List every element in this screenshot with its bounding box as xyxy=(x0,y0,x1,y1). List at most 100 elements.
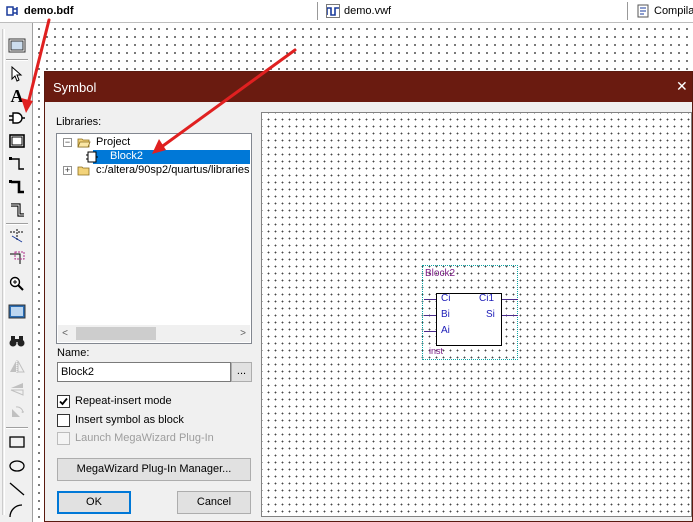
full-screen-tool[interactable] xyxy=(7,302,27,322)
tree-item-label: c:/altera/90sp2/quartus/libraries xyxy=(96,164,250,176)
launch-megawizard-checkbox xyxy=(57,431,70,445)
input-pin-label: Ci xyxy=(441,293,451,304)
rubberband-icon xyxy=(10,229,24,243)
cancel-button[interactable]: Cancel xyxy=(177,491,251,514)
tree-item-library[interactable]: + c:/altera/90sp2/quartus/libraries xyxy=(57,164,251,178)
arc-icon xyxy=(9,504,23,518)
scroll-right-icon[interactable]: > xyxy=(236,327,250,340)
line-icon xyxy=(9,482,25,496)
orthogonal-node-tool[interactable] xyxy=(7,154,27,174)
rectangle-icon xyxy=(9,436,25,448)
ok-button[interactable]: OK xyxy=(57,491,131,514)
tab-label: demo.bdf xyxy=(24,5,74,17)
tab-separator xyxy=(317,2,318,20)
block-tool-icon xyxy=(9,134,25,148)
partial-line-selection-tool[interactable] xyxy=(7,249,27,269)
symbol-dialog: Symbol ✕ Libraries: − Project Block2 + c… xyxy=(44,71,693,522)
dialog-title: Symbol xyxy=(53,79,97,95)
close-icon[interactable]: ✕ xyxy=(676,79,690,93)
name-input[interactable]: Block2 xyxy=(57,362,231,382)
compilation-report-icon xyxy=(636,4,650,18)
tree-item-label: Project xyxy=(96,136,131,148)
arrow-pointer-icon xyxy=(11,66,23,82)
conduit-tool-icon xyxy=(11,203,24,217)
tree-item-block2[interactable]: Block2 xyxy=(86,150,250,164)
flip-horizontal-tool[interactable] xyxy=(7,357,27,377)
pin-line xyxy=(502,299,518,300)
selection-tool[interactable] xyxy=(7,64,27,84)
input-pin-label: Ai xyxy=(441,325,450,336)
toolbar-separator xyxy=(6,223,28,225)
repeat-insert-label: Repeat-insert mode xyxy=(75,395,172,407)
block-diagram-icon xyxy=(6,4,20,18)
megawizard-manager-button[interactable]: MegaWizard Plug-In Manager... xyxy=(57,458,251,481)
output-pin-label: Ci1 xyxy=(479,293,495,304)
insert-as-block-label: Insert symbol as block xyxy=(75,414,184,426)
rectangle-tool[interactable] xyxy=(7,432,27,452)
flip-vertical-icon xyxy=(10,383,24,396)
folder-icon xyxy=(77,166,90,176)
screen-icon-tool[interactable] xyxy=(7,36,27,56)
window-icon xyxy=(8,38,26,53)
browse-button[interactable]: ... xyxy=(231,362,252,382)
libraries-tree[interactable]: − Project Block2 + c:/altera/90sp2/quart… xyxy=(56,133,252,344)
arc-tool[interactable] xyxy=(7,501,27,521)
pin-line xyxy=(424,299,436,300)
insert-as-block-checkbox-row[interactable]: Insert symbol as block xyxy=(57,413,184,427)
tree-horizontal-scrollbar[interactable]: < > xyxy=(58,325,250,342)
insert-as-block-checkbox[interactable] xyxy=(57,413,70,427)
flip-vertical-tool[interactable] xyxy=(7,379,27,399)
symbol-tool[interactable] xyxy=(7,108,27,128)
pin-line xyxy=(502,315,518,316)
tab-separator xyxy=(627,2,628,20)
tab-label: Compila xyxy=(654,5,693,17)
toolbar-separator xyxy=(6,427,28,429)
flip-horizontal-icon xyxy=(10,360,25,374)
symbol-tool-icon xyxy=(9,112,25,124)
toolbar-grip xyxy=(2,29,5,515)
launch-megawizard-label: Launch MegaWizard Plug-In xyxy=(75,432,214,444)
line-tool[interactable] xyxy=(7,479,27,499)
partial-line-icon xyxy=(10,251,25,264)
pin-line xyxy=(424,331,436,332)
tree-item-project[interactable]: − Project xyxy=(57,136,251,150)
repeat-insert-checkbox[interactable] xyxy=(57,394,70,408)
oval-tool[interactable] xyxy=(7,456,27,476)
text-tool[interactable]: A xyxy=(7,86,27,106)
scroll-thumb[interactable] xyxy=(76,327,156,340)
node-tool-icon xyxy=(9,157,24,170)
symbol-name: Block2 xyxy=(425,268,456,279)
rotate-tool[interactable] xyxy=(7,402,27,422)
input-pin-label: Bi xyxy=(441,309,450,320)
orthogonal-bus-tool[interactable] xyxy=(7,177,27,197)
open-folder-icon xyxy=(77,138,91,148)
libraries-label: Libraries: xyxy=(56,116,102,128)
tab-demo-vwf[interactable]: demo.vwf xyxy=(320,0,626,22)
tab-demo-bdf[interactable]: demo.bdf xyxy=(0,0,316,22)
find-tool[interactable] xyxy=(7,331,27,351)
instance-name: inst xyxy=(429,346,444,356)
expand-icon[interactable]: + xyxy=(63,166,72,175)
symbol-preview: Block2 Ci Bi Ai Ci1 Si inst xyxy=(261,112,692,517)
zoom-tool[interactable] xyxy=(7,274,27,294)
collapse-icon[interactable]: − xyxy=(63,138,72,147)
output-pin-label: Si xyxy=(486,309,495,320)
orthogonal-conduit-tool[interactable] xyxy=(7,200,27,220)
waveform-icon xyxy=(326,4,340,18)
rubberbanding-tool[interactable] xyxy=(7,226,27,246)
name-label: Name: xyxy=(57,347,90,359)
repeat-insert-checkbox-row[interactable]: Repeat-insert mode xyxy=(57,394,172,408)
tab-label: demo.vwf xyxy=(344,5,392,17)
oval-icon xyxy=(9,460,25,472)
zoom-icon xyxy=(9,276,24,291)
symbol-file-icon xyxy=(86,151,98,163)
dialog-title-bar[interactable]: Symbol ✕ xyxy=(45,72,692,102)
document-tab-bar: demo.bdf demo.vwf Compila xyxy=(0,0,693,23)
block-tool[interactable] xyxy=(7,131,27,151)
tab-compilation-report[interactable]: Compila xyxy=(630,0,693,22)
scroll-left-icon[interactable]: < xyxy=(58,327,72,340)
binoculars-icon xyxy=(9,336,25,347)
rotate-icon xyxy=(12,406,24,417)
bus-tool-icon xyxy=(9,180,24,194)
text-tool-icon: A xyxy=(10,85,24,106)
